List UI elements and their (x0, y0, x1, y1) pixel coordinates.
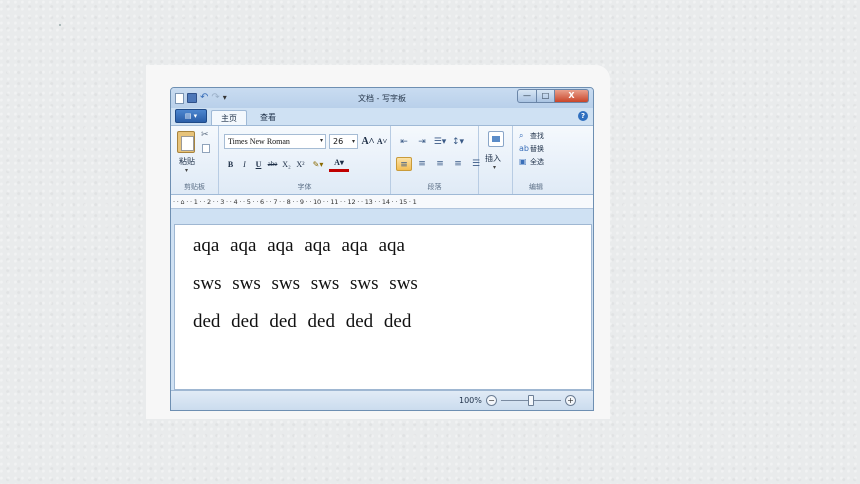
window-controls: — □ X (517, 89, 589, 103)
insert-picture-icon[interactable] (488, 131, 504, 147)
paste-icon[interactable] (177, 131, 195, 153)
bold-button[interactable]: B (224, 157, 237, 172)
insert-group: 插入 ▾ (479, 126, 513, 194)
paragraph-bottom-row: ≡ ≡ ≡ ≡ ☰ (396, 157, 484, 171)
screenshot-frame: ↶ ↷ ▾ 文档 - 写字板 — □ X ▤ ▾ 主页 查看 ? ✂ 粘贴 ▾ … (146, 65, 610, 419)
document-line[interactable]: sws sws sws sws sws sws (193, 273, 418, 295)
ribbon: ✂ 粘贴 ▾ 剪贴板 Times New Roman ▾ 26 ▾ A˄ A˅ … (171, 125, 593, 195)
copy-icon[interactable] (202, 144, 210, 153)
strikethrough-button[interactable]: abe (266, 157, 279, 172)
clipboard-group-label: 剪贴板 (184, 183, 205, 191)
undo-icon[interactable]: ↶ (200, 93, 208, 103)
font-size-select[interactable]: 26 ▾ (329, 134, 358, 149)
document-icon (175, 92, 184, 104)
help-icon[interactable]: ? (578, 111, 588, 121)
find-button[interactable]: ⌕ 查找 (519, 131, 544, 141)
superscript-button[interactable]: X² (294, 157, 307, 172)
select-all-icon: ▣ (519, 157, 527, 166)
ruler[interactable]: · · ⌂ · · 1 · · 2 · · 3 · · 4 · · 5 · · … (171, 195, 593, 209)
chevron-down-icon: ▾ (351, 138, 355, 145)
wordpad-window: ↶ ↷ ▾ 文档 - 写字板 — □ X ▤ ▾ 主页 查看 ? ✂ 粘贴 ▾ … (170, 87, 594, 411)
find-label: 查找 (530, 132, 544, 140)
font-color-button[interactable]: A▾ (329, 157, 349, 172)
paragraph-group-label: 段落 (427, 183, 442, 191)
font-family-select[interactable]: Times New Roman ▾ (224, 134, 326, 149)
document-line[interactable]: ded ded ded ded ded ded (193, 311, 411, 333)
select-all-label: 全选 (530, 158, 544, 166)
align-center-icon[interactable]: ≡ (414, 157, 430, 171)
editing-group: ⌕ 查找 ab替换 ▣ 全选 编辑 (513, 126, 559, 194)
shrink-font-button[interactable]: A˅ (375, 134, 389, 149)
highlight-color-button[interactable]: ✎▾ (308, 157, 328, 172)
customize-quick-access-icon[interactable]: ▾ (223, 93, 227, 103)
decrease-indent-icon[interactable]: ⇤ (396, 135, 412, 149)
document-page[interactable]: aqa aqa aqa aqa aqa aqa sws sws sws sws … (174, 224, 592, 390)
paste-dropdown-icon[interactable]: ▾ (185, 167, 188, 174)
maximize-button[interactable]: □ (537, 89, 555, 103)
insert-button[interactable]: 插入 (485, 153, 501, 164)
replace-label: 替换 (530, 145, 544, 153)
decorative-dot (59, 24, 61, 26)
underline-button[interactable]: U (252, 157, 265, 172)
tab-home[interactable]: 主页 (211, 110, 247, 125)
editing-group-label: 编辑 (529, 183, 543, 191)
select-all-button[interactable]: ▣ 全选 (519, 157, 544, 167)
font-group: Times New Roman ▾ 26 ▾ A˄ A˅ B I U abe X… (219, 126, 391, 194)
replace-icon: ab (519, 144, 529, 153)
list-icon[interactable]: ☰▾ (432, 135, 448, 149)
ribbon-tab-bar: ▤ ▾ 主页 查看 ? (171, 108, 593, 125)
font-family-value: Times New Roman (228, 137, 290, 146)
quick-access-toolbar: ↶ ↷ ▾ (171, 92, 227, 104)
status-bar: 100% − + (171, 390, 593, 410)
minimize-button[interactable]: — (517, 89, 537, 103)
tab-view[interactable]: 查看 (251, 110, 285, 125)
font-group-label: 字体 (297, 183, 312, 191)
paragraph-top-row: ⇤ ⇥ ☰▾ ↕▾ (396, 135, 466, 149)
insert-dropdown-icon[interactable]: ▾ (493, 164, 496, 171)
close-button[interactable]: X (555, 89, 589, 103)
redo-icon[interactable]: ↷ (211, 93, 219, 103)
save-icon[interactable] (187, 93, 197, 103)
justify-icon[interactable]: ≡ (450, 157, 466, 171)
zoom-in-button[interactable]: + (565, 395, 576, 406)
document-line[interactable]: aqa aqa aqa aqa aqa aqa (193, 235, 405, 257)
clipboard-group: ✂ 粘贴 ▾ 剪贴板 (171, 126, 219, 194)
paragraph-group: ⇤ ⇥ ☰▾ ↕▾ ≡ ≡ ≡ ≡ ☰ 段落 (391, 126, 480, 194)
line-spacing-icon[interactable]: ↕▾ (450, 135, 466, 149)
subscript-button[interactable]: X₂ (280, 157, 293, 172)
zoom-level: 100% (459, 396, 482, 405)
binoculars-icon: ⌕ (519, 131, 524, 140)
grow-font-button[interactable]: A˄ (361, 134, 375, 149)
application-menu-button[interactable]: ▤ ▾ (175, 109, 207, 123)
replace-button[interactable]: ab替换 (519, 144, 544, 154)
zoom-slider-thumb[interactable] (528, 395, 534, 406)
zoom-out-button[interactable]: − (486, 395, 497, 406)
title-bar: ↶ ↷ ▾ 文档 - 写字板 — □ X (171, 88, 593, 108)
chevron-down-icon: ▾ (319, 138, 323, 144)
align-left-icon[interactable]: ≡ (396, 157, 412, 171)
increase-indent-icon[interactable]: ⇥ (414, 135, 430, 149)
font-size-value: 26 (333, 137, 344, 146)
font-format-row: B I U abe X₂ X² ✎▾ A▾ (224, 157, 349, 172)
cut-icon[interactable]: ✂ (201, 130, 209, 140)
align-right-icon[interactable]: ≡ (432, 157, 448, 171)
paste-button[interactable]: 粘贴 (179, 156, 195, 167)
italic-button[interactable]: I (238, 157, 251, 172)
